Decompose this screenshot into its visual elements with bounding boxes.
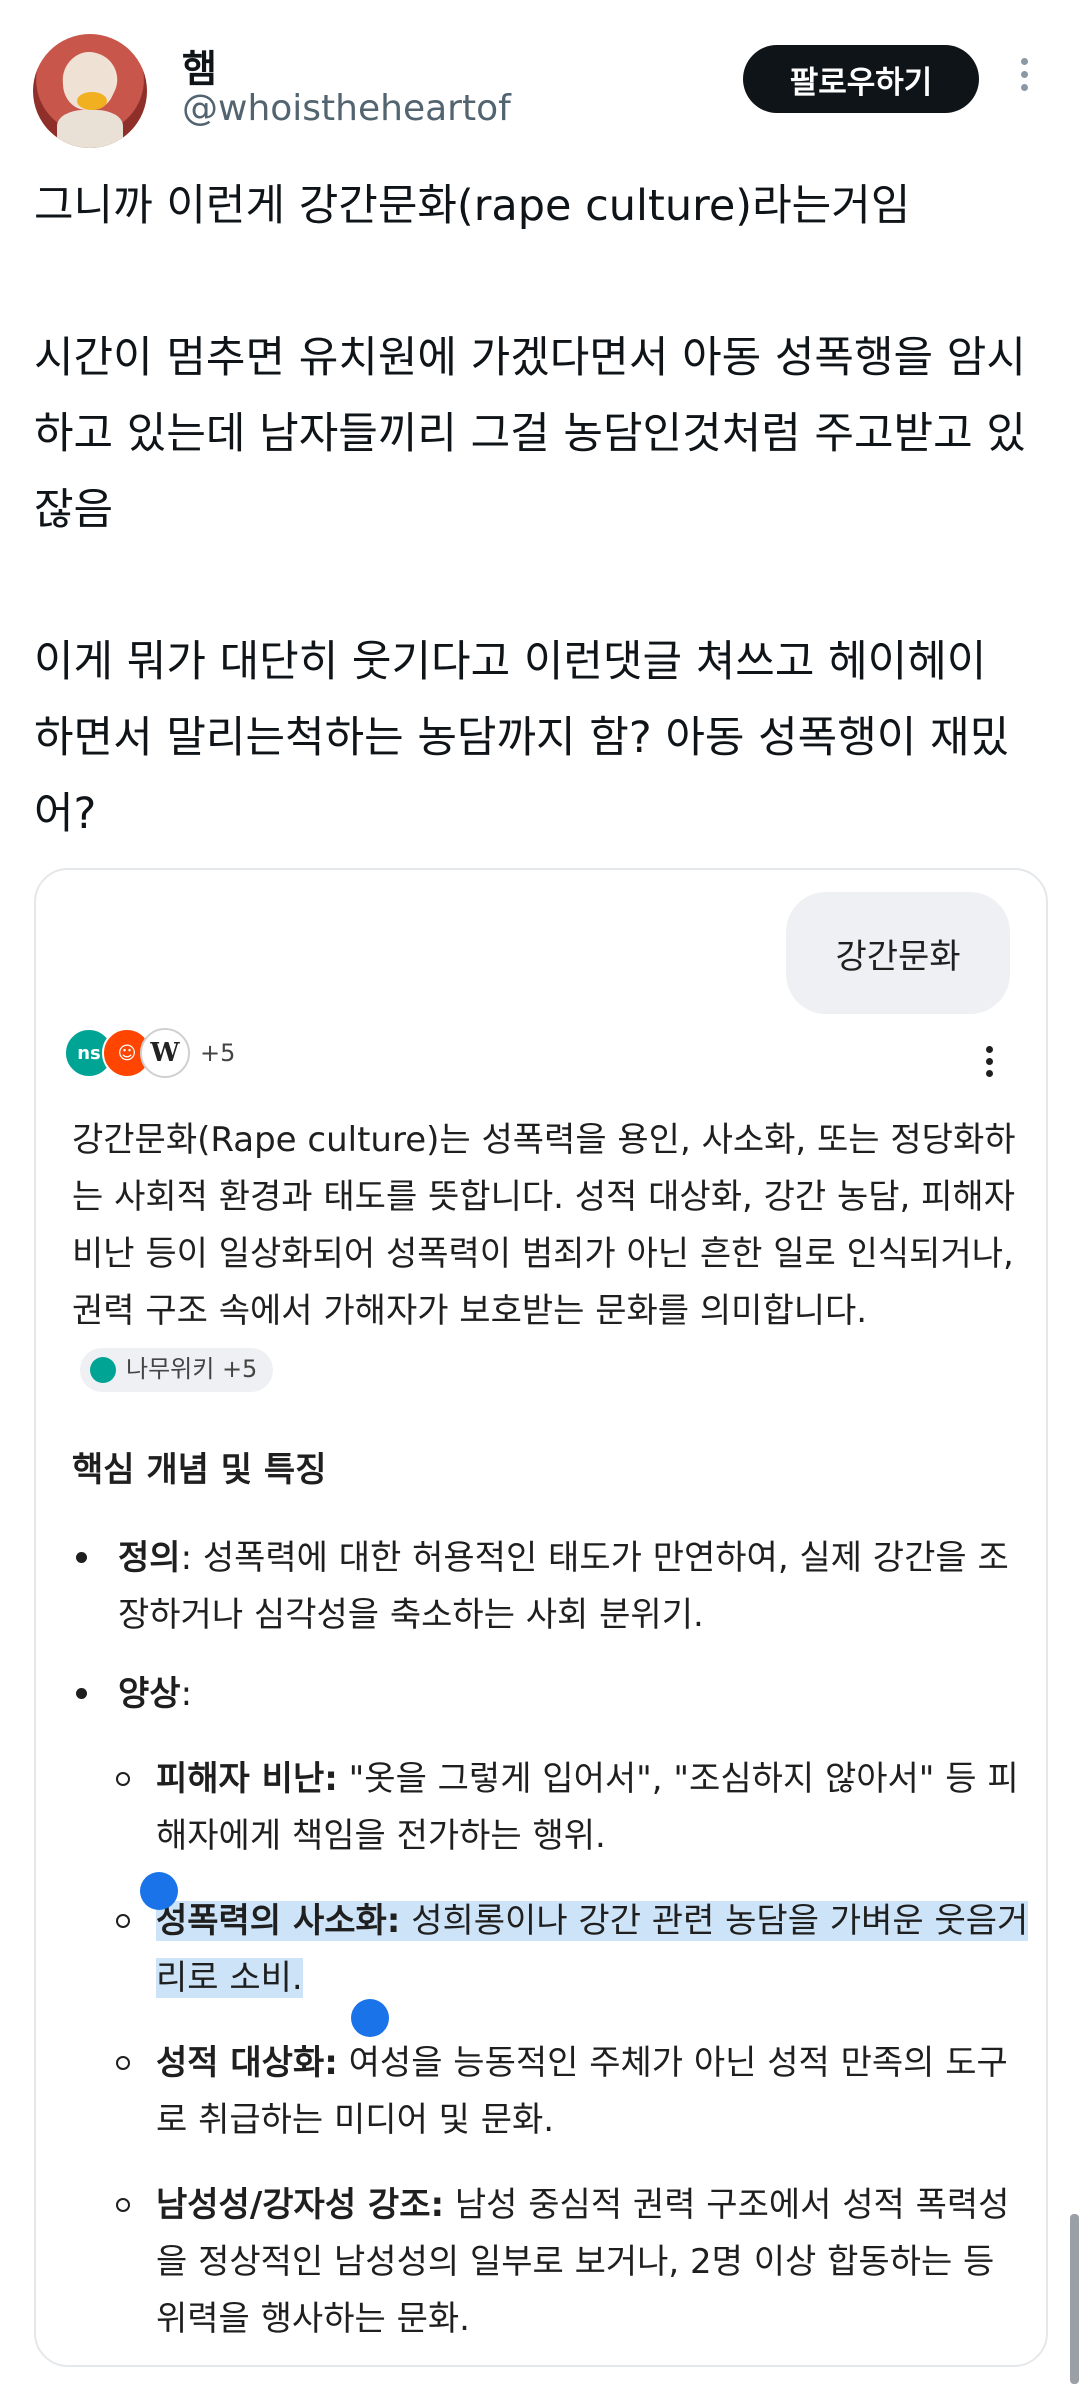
- aspect-label: 성적 대상화:: [156, 2043, 338, 2083]
- author-handle[interactable]: @whoistheheartof: [182, 88, 511, 129]
- avatar-beak-shape: [77, 92, 107, 110]
- ai-answer-card: 강간문화 ns ☺ W +5 강간문화(Rape culture)는 성폭력을 …: [34, 868, 1048, 2367]
- wikipedia-icon: W: [140, 1028, 190, 1078]
- author-name[interactable]: 햄: [182, 38, 217, 93]
- scrollbar-thumb[interactable]: [1070, 2214, 1079, 2384]
- definition-text: : 성폭력에 대한 허용적인 태도가 만연하여, 실제 강간을 조장하거나 심각…: [118, 1538, 1009, 1635]
- sub-list-item: 피해자 비난: "옷을 그렇게 입어서", "조심하지 않아서" 등 피해자에게…: [72, 1751, 1032, 1865]
- aspects-colon: :: [180, 1674, 193, 1714]
- features-list: 정의: 성폭력에 대한 허용적인 태도가 만연하여, 실제 강간을 조장하거나 …: [72, 1530, 1032, 2365]
- tweet-paragraph: 그니까 이런게 강간문화(rape culture)라는거임: [34, 181, 911, 231]
- card-more-icon[interactable]: [986, 1046, 994, 1082]
- sources-count: +5: [200, 1039, 236, 1067]
- more-vertical-icon[interactable]: [1018, 58, 1030, 98]
- aspect-label: 남성성/강자성 강조:: [156, 2185, 445, 2225]
- sub-list-item-selected[interactable]: 성폭력의 사소화: 성희롱이나 강간 관련 농담을 가벼운 웃음거리로 소비.: [72, 1893, 1032, 2007]
- tweet-header: 햄 @whoistheheartof 팔로우하기: [0, 0, 1079, 160]
- ai-intro-paragraph: 강간문화(Rape culture)는 성폭력을 용인, 사소화, 또는 정당화…: [72, 1112, 1022, 1397]
- selection-end-handle[interactable]: [351, 1999, 389, 2037]
- query-bubble: 강간문화: [786, 892, 1010, 1014]
- sources-row[interactable]: ns ☺ W +5: [64, 1028, 235, 1078]
- namuwiki-icon: [90, 1356, 116, 1383]
- avatar-body-shape: [57, 110, 123, 148]
- sub-list-item: 성적 대상화: 여성을 능동적인 주체가 아닌 성적 만족의 도구로 취급하는 …: [72, 2035, 1032, 2149]
- tweet-paragraph: 시간이 멈추면 유치원에 가겠다면서 아동 성폭행을 암시하고 있는데 남자들끼…: [34, 333, 1026, 535]
- follow-button[interactable]: 팔로우하기: [743, 45, 979, 113]
- ai-intro-text: 강간문화(Rape culture)는 성폭력을 용인, 사소화, 또는 정당화…: [72, 1120, 1016, 1331]
- tweet-paragraph: 이게 뭐가 대단히 웃기다고 이런댓글 쳐쓰고 헤이헤이 하면서 말리는척하는 …: [34, 637, 1010, 839]
- section-title: 핵심 개념 및 특징: [72, 1450, 327, 1490]
- avatar[interactable]: [33, 34, 147, 148]
- selection-start-handle[interactable]: [140, 1872, 178, 1910]
- sub-list-item: 남성성/강자성 강조: 남성 중심적 권력 구조에서 성적 폭력성을 정상적인 …: [72, 2177, 1032, 2348]
- text-selection[interactable]: 성폭력의 사소화: 성희롱이나 강간 관련 농담을 가벼운 웃음거리로 소비.: [156, 1901, 1029, 1998]
- list-item: 정의: 성폭력에 대한 허용적인 태도가 만연하여, 실제 강간을 조장하거나 …: [72, 1530, 1032, 1644]
- definition-label: 정의: [118, 1538, 181, 1578]
- aspect-label: 피해자 비난:: [156, 1759, 338, 1799]
- tweet-text: 그니까 이런게 강간문화(rape culture)라는거임 시간이 멈추면 유…: [34, 168, 1044, 852]
- aspect-label: 성폭력의 사소화:: [156, 1901, 401, 1941]
- list-item: 양상:: [72, 1666, 1032, 1723]
- citation-chip[interactable]: 나무위키 +5: [80, 1347, 274, 1392]
- aspects-label: 양상: [118, 1674, 181, 1714]
- citation-chip-label: 나무위키 +5: [126, 1355, 258, 1383]
